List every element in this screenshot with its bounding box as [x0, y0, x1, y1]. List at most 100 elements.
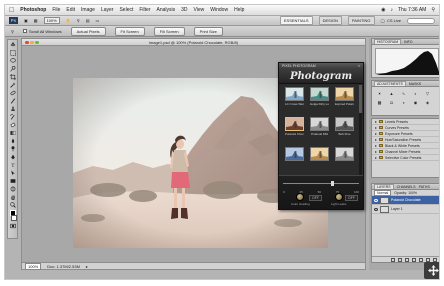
- crop-tool-icon[interactable]: [9, 74, 16, 80]
- layer-row[interactable]: Layer 1: [372, 205, 439, 214]
- hand-tool-icon[interactable]: ✋: [66, 18, 71, 23]
- menu-app-name[interactable]: Photoshop: [20, 7, 46, 13]
- zoom-tool-icon[interactable]: [9, 202, 16, 208]
- tab-info[interactable]: INFO: [404, 40, 412, 44]
- brightness-icon[interactable]: ☀: [376, 90, 383, 96]
- color-grading-toggle[interactable]: OFF: [309, 195, 322, 201]
- zoom-tool-icon[interactable]: ⚲: [77, 18, 80, 23]
- close-window-icon[interactable]: [25, 40, 29, 44]
- menu-view[interactable]: View: [194, 7, 205, 13]
- spotlight-search-icon[interactable]: ⚲: [431, 7, 435, 13]
- zoom-window-icon[interactable]: [35, 40, 39, 44]
- background-color-swatch[interactable]: [11, 215, 17, 221]
- checkbox-box[interactable]: [22, 29, 27, 33]
- screen-mode-icon[interactable]: ▭: [96, 18, 100, 23]
- disclosure-triangle-icon[interactable]: [375, 120, 377, 123]
- arrange-documents-icon[interactable]: ▤: [86, 18, 90, 23]
- preset-tile[interactable]: LC Cross Warm: [285, 87, 304, 106]
- cs-live-button[interactable]: ◯ CS Live: [381, 18, 402, 23]
- type-tool-icon[interactable]: T: [9, 162, 16, 168]
- plugin-close-icon[interactable]: ×: [358, 64, 360, 68]
- layer-row[interactable]: Polaroid Chocolate: [372, 196, 439, 205]
- preset-tile[interactable]: Holga Dirty Low: [310, 87, 329, 106]
- eyedropper-tool-icon[interactable]: [9, 82, 16, 88]
- history-brush-tool-icon[interactable]: [9, 114, 16, 120]
- add-mask-icon[interactable]: [405, 257, 409, 262]
- tab-adjustments[interactable]: ADJUSTMENTS: [374, 81, 406, 86]
- document-tab[interactable]: image1.psd @ 100% (Polaroid Chocolate, R…: [22, 39, 365, 46]
- status-menu-arrow-icon[interactable]: ▸: [86, 264, 88, 269]
- dodge-tool-icon[interactable]: [9, 146, 16, 152]
- new-group-icon[interactable]: [419, 257, 423, 262]
- eraser-tool-icon[interactable]: [9, 122, 16, 128]
- tab-masks[interactable]: MASKS: [409, 82, 421, 86]
- opacity-field[interactable]: Opacity: 100%: [394, 191, 417, 195]
- menu-help[interactable]: Help: [234, 7, 244, 13]
- search-input[interactable]: [407, 17, 435, 24]
- tab-paths[interactable]: PATHS: [419, 185, 430, 189]
- delete-layer-icon[interactable]: [433, 257, 437, 262]
- photo-filter-icon[interactable]: ◉: [412, 99, 419, 105]
- gradient-tool-icon[interactable]: [9, 130, 16, 136]
- light-leaks-toggle[interactable]: OFF: [345, 195, 358, 201]
- move-tool-icon[interactable]: [9, 42, 16, 48]
- clock[interactable]: Thu 7:36 AM: [398, 7, 426, 13]
- menu-image[interactable]: Image: [81, 7, 95, 13]
- 3d-rotate-tool-icon[interactable]: [9, 186, 16, 192]
- tool-preset-icon[interactable]: ⚲: [11, 29, 14, 34]
- new-layer-icon[interactable]: [426, 257, 430, 262]
- menu-select[interactable]: Select: [119, 7, 133, 13]
- menu-file[interactable]: File: [52, 7, 60, 13]
- disclosure-triangle-icon[interactable]: [375, 138, 377, 141]
- fit-screen-button[interactable]: Fit Screen: [114, 26, 145, 36]
- brush-tool-icon[interactable]: [9, 98, 16, 104]
- disclosure-triangle-icon[interactable]: [375, 144, 377, 147]
- channel-mixer-icon[interactable]: ◈: [424, 99, 431, 105]
- launch-mini-bridge-icon[interactable]: ▦: [34, 18, 38, 23]
- disclosure-triangle-icon[interactable]: [375, 150, 377, 153]
- tab-histogram[interactable]: HISTOGRAM: [374, 39, 402, 44]
- tab-channels[interactable]: CHANNELS: [397, 185, 416, 189]
- disclosure-triangle-icon[interactable]: [375, 156, 377, 159]
- link-layers-icon[interactable]: [391, 257, 395, 262]
- menu-analysis[interactable]: Analysis: [157, 7, 176, 13]
- workspace-painting[interactable]: PAINTING: [347, 16, 375, 25]
- preset-tile[interactable]: [285, 147, 304, 162]
- color-balance-icon[interactable]: ⚖: [388, 99, 395, 105]
- minimize-window-icon[interactable]: [30, 40, 34, 44]
- preset-scrollbar[interactable]: [359, 85, 362, 175]
- tab-layers[interactable]: LAYERS: [374, 184, 394, 189]
- preset-thumbnail[interactable]: [285, 147, 304, 161]
- preset-thumbnail[interactable]: [335, 87, 354, 101]
- menu-edit[interactable]: Edit: [66, 7, 75, 13]
- preset-thumbnail[interactable]: [310, 87, 329, 101]
- black-white-icon[interactable]: ◑: [400, 99, 407, 105]
- menu-3d[interactable]: 3D: [181, 7, 187, 13]
- disclosure-triangle-icon[interactable]: [375, 126, 377, 129]
- doc-size-info[interactable]: Doc: 1.37M/2.53M: [47, 264, 80, 269]
- scroll-all-windows-checkbox[interactable]: Scroll All Windows: [22, 29, 62, 34]
- lasso-tool-icon[interactable]: [9, 58, 16, 64]
- color-grading-knob[interactable]: [296, 193, 305, 201]
- preset-tile[interactable]: Polaroid 669: [310, 117, 329, 136]
- status-zoom-field[interactable]: 100%: [25, 262, 42, 270]
- healing-brush-tool-icon[interactable]: [9, 90, 16, 96]
- marquee-tool-icon[interactable]: [9, 50, 16, 56]
- disclosure-triangle-icon[interactable]: [375, 132, 377, 135]
- wifi-icon[interactable]: ◉: [381, 7, 385, 13]
- intensity-slider[interactable]: 0 25 50 75 100: [283, 180, 359, 194]
- preset-thumbnail[interactable]: [335, 117, 354, 131]
- fill-screen-button[interactable]: Fill Screen: [153, 26, 185, 36]
- slider-handle[interactable]: [331, 180, 335, 186]
- new-adjustment-icon[interactable]: [412, 257, 416, 262]
- blend-mode-select[interactable]: Normal: [374, 189, 392, 196]
- scrollbar-thumb[interactable]: [359, 85, 362, 113]
- preset-tile[interactable]: Bob Fine: [335, 117, 354, 136]
- preset-tile[interactable]: [335, 147, 354, 162]
- volume-icon[interactable]: ♪: [390, 7, 393, 13]
- quick-selection-tool-icon[interactable]: [9, 66, 16, 72]
- blur-tool-icon[interactable]: [9, 138, 16, 144]
- preset-tile[interactable]: Polaroid Chocolate: [285, 117, 304, 136]
- color-grading-control[interactable]: Color Grading: [291, 193, 310, 206]
- exposure-icon[interactable]: ◐: [412, 90, 419, 96]
